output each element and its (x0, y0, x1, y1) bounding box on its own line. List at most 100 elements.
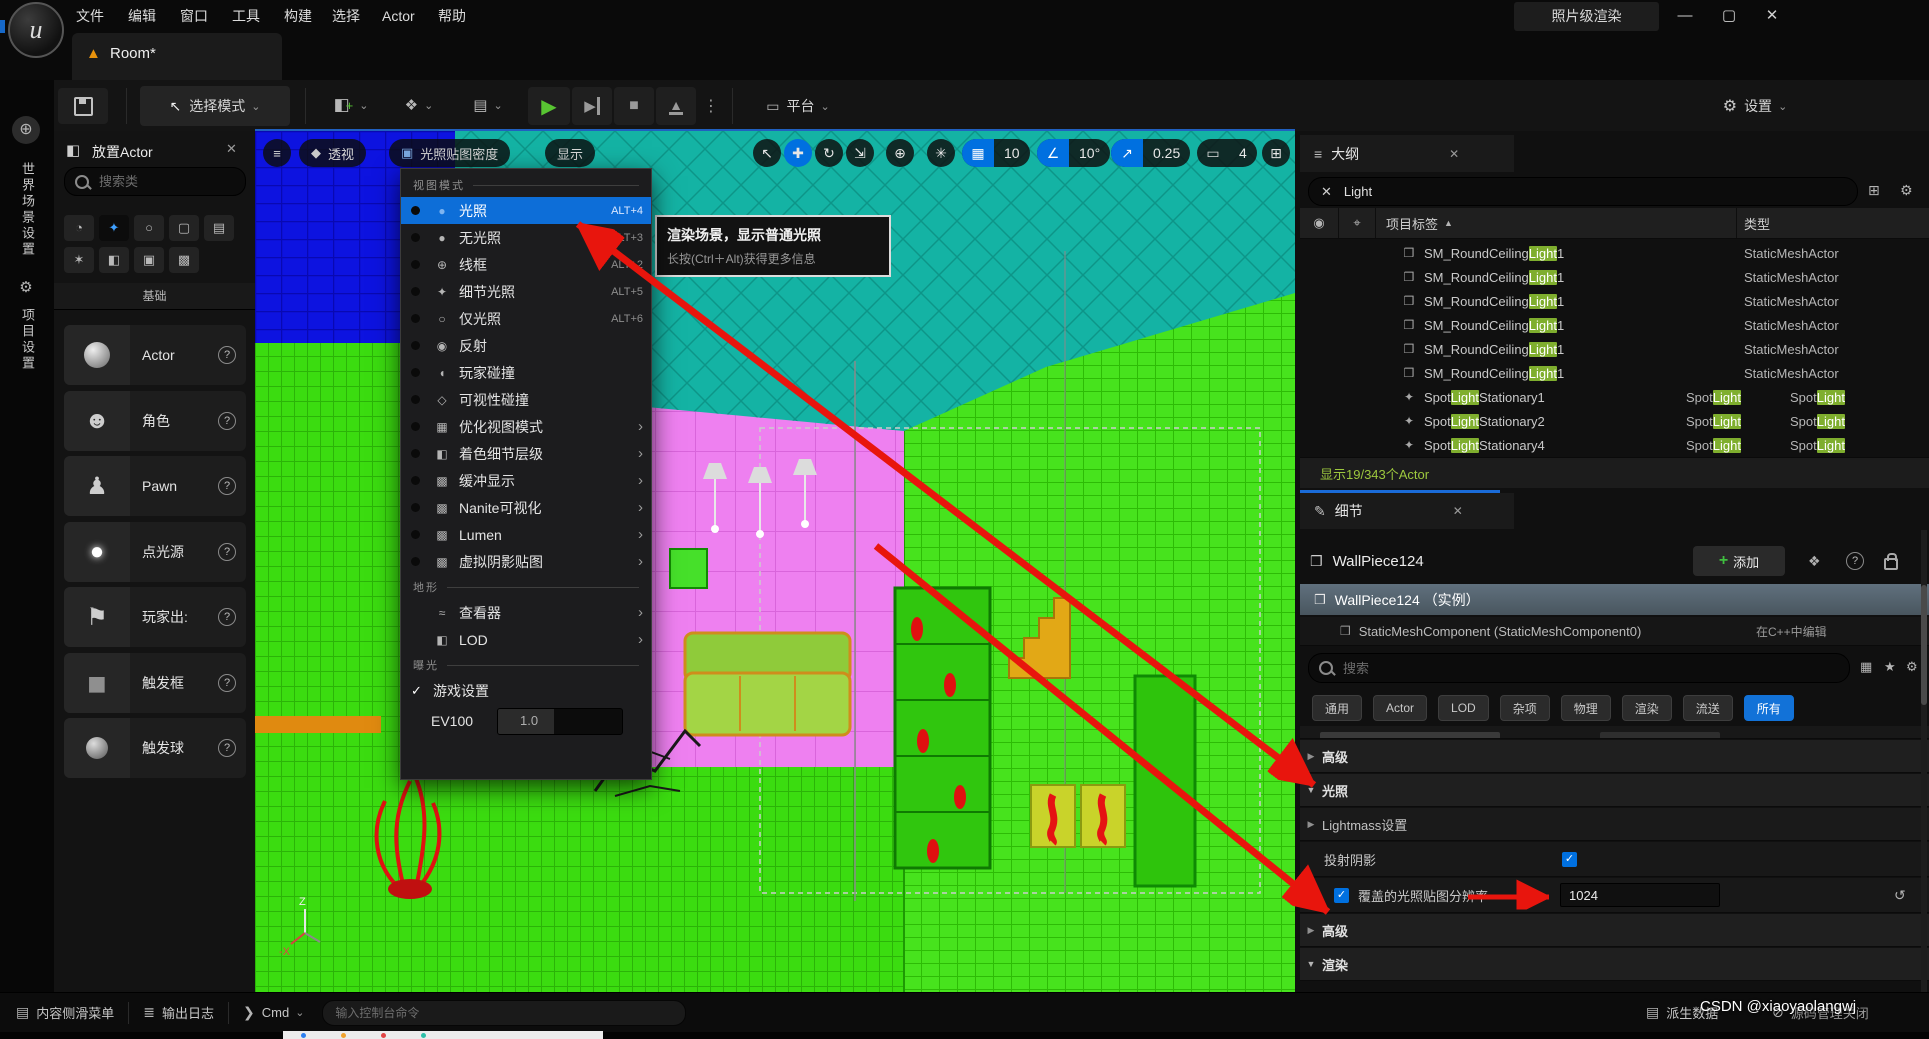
pin-icon[interactable]: ⌖ (1339, 215, 1375, 231)
show-dropdown[interactable]: 显示 (545, 139, 595, 167)
viewport-menu-button[interactable]: ≡ (263, 139, 291, 167)
place-actor-search[interactable] (64, 167, 246, 196)
outliner-settings-icon[interactable]: ⚙ (1900, 182, 1913, 199)
unreal-logo[interactable]: u (8, 2, 64, 58)
menu-window[interactable]: 窗口 (166, 0, 222, 33)
surface-snap-toggle[interactable]: ✳ (927, 139, 955, 167)
reset-to-default-icon[interactable]: ↺ (1894, 887, 1906, 904)
menu-edit[interactable]: 编辑 (114, 0, 170, 33)
place-item-trigger-box[interactable]: ◼ 触发框 ? (64, 653, 246, 713)
add-actor-dropdown[interactable]: ◧ + ⌄ (322, 88, 380, 122)
menu-item-wireframe[interactable]: ⊕ 线框ALT+2 (401, 251, 651, 278)
cinematics-dropdown[interactable]: ▤ ⌄ (458, 88, 518, 122)
menu-file[interactable]: 文件 (62, 0, 118, 33)
photo-render-button[interactable]: 照片级渲染 (1514, 2, 1659, 31)
details-search-input[interactable] (1341, 660, 1723, 677)
outliner-row[interactable]: ✦ SpotLightStationary1 SpotLight SpotLig… (1300, 385, 1929, 409)
play-button[interactable]: ▶ (528, 87, 570, 125)
category-all-classes[interactable]: ▩ (169, 247, 199, 273)
category-volumes[interactable]: ▣ (134, 247, 164, 273)
project-settings-icon[interactable]: ⚙ (14, 276, 38, 300)
eye-icon[interactable]: ◉ (1300, 215, 1338, 231)
skip-button[interactable]: ▶ (572, 87, 612, 125)
display-filter-icon[interactable]: ▦ (1860, 659, 1872, 675)
outliner-row[interactable]: ✦ SpotLightStationary2 SpotLight SpotLig… (1300, 409, 1929, 433)
menu-item-unlit[interactable]: ● 无光照ALT+3 (401, 224, 651, 251)
menu-actor[interactable]: Actor (368, 0, 429, 33)
menu-item-lod[interactable]: ◧ LOD› (401, 626, 651, 653)
filter-tab-streaming[interactable]: 流送 (1683, 695, 1733, 721)
menu-item-reflections[interactable]: ◉ 反射 (401, 332, 651, 359)
outliner-row[interactable]: ❒ SM_RoundCeilingLight1 StaticMeshActor (1300, 289, 1929, 313)
category-basic[interactable]: ○ (134, 215, 164, 241)
edit-in-cpp-label[interactable]: 在C++中编辑 (1756, 623, 1827, 640)
category-recently-placed[interactable]: ◔ (64, 215, 94, 241)
filter-tab-actor[interactable]: Actor (1373, 695, 1427, 721)
details-section-advanced-1[interactable]: ▶高级 (1300, 740, 1929, 773)
world-settings-icon[interactable]: ⊕ (12, 116, 40, 144)
details-search[interactable] (1308, 653, 1850, 683)
menu-item-lit[interactable]: ● 光照ALT+4 (401, 197, 651, 224)
output-log-button[interactable]: ≣ 输出日志 (143, 1003, 214, 1022)
close-icon[interactable]: ✕ (1453, 504, 1463, 518)
help-icon[interactable]: ? (1846, 552, 1864, 570)
menu-help[interactable]: 帮助 (424, 0, 480, 33)
details-component-row[interactable]: ❒ StaticMeshComponent (StaticMeshCompone… (1300, 617, 1929, 646)
close-button[interactable]: ✕ (1755, 2, 1789, 30)
menu-item-game-settings[interactable]: ✓ 游戏设置 (401, 677, 651, 704)
add-component-button[interactable]: + 添加 (1693, 546, 1785, 576)
category-cinematic[interactable]: ▤ (204, 215, 234, 241)
menu-item-nanite[interactable]: ▩ Nanite可视化› (401, 494, 651, 521)
maximize-viewport-button[interactable]: ⊞ (1262, 139, 1290, 167)
outliner-row[interactable]: ✦ SpotLightStationary4 SpotLight SpotLig… (1300, 433, 1929, 457)
clear-search-icon[interactable]: ✕ (1321, 184, 1332, 200)
filter-tab-misc[interactable]: 杂项 (1500, 695, 1550, 721)
category-shapes[interactable]: ▢ (169, 215, 199, 241)
outliner-row[interactable]: ❒ SM_RoundCeilingLight1 StaticMeshActor (1300, 265, 1929, 289)
menu-item-virtual-shadow-map[interactable]: ▩ 虚拟阴影贴图› (401, 548, 651, 575)
rotate-tool[interactable]: ↻ (815, 139, 843, 167)
scale-snap-control[interactable]: ↗ 0.25 (1111, 139, 1190, 167)
close-icon[interactable]: ✕ (1449, 147, 1459, 161)
filter-tab-all[interactable]: 所有 (1744, 695, 1794, 721)
outliner-search[interactable]: ✕ (1308, 177, 1858, 206)
details-section-advanced-2[interactable]: ▶高级 (1300, 914, 1929, 947)
lightmap-res-override-checkbox[interactable]: ✓ (1334, 888, 1349, 903)
menu-item-lumen[interactable]: ▩ Lumen› (401, 521, 651, 548)
place-item-player-start[interactable]: ⚑ 玩家出: ? (64, 587, 246, 647)
move-tool[interactable]: ✚ (784, 139, 812, 167)
menu-item-lighting-only[interactable]: ○ 仅光照ALT+6 (401, 305, 651, 332)
eject-button[interactable]: ▲ (656, 87, 696, 125)
cmd-dropdown[interactable]: ❯ Cmd ⌄ (243, 1004, 304, 1021)
close-icon[interactable]: ✕ (226, 141, 237, 157)
place-item-character[interactable]: ☻ 角色 ? (64, 391, 246, 451)
column-type[interactable]: 类型 (1744, 214, 1770, 233)
details-section-lighting[interactable]: ▼光照 (1300, 774, 1929, 807)
world-settings-tab[interactable]: 世界场景设置 (18, 162, 37, 258)
menu-item-player-collision[interactable]: ◖ 玩家碰撞 (401, 359, 651, 386)
scale-tool[interactable]: ⇲ (846, 139, 874, 167)
place-item-point-light[interactable]: ● 点光源 ? (64, 522, 246, 582)
menu-item-buffer-visualization[interactable]: ▩ 缓冲显示› (401, 467, 651, 494)
place-item-trigger-sphere[interactable]: 触发球 ? (64, 718, 246, 778)
filter-tab-rendering[interactable]: 渲染 (1622, 695, 1672, 721)
perspective-dropdown[interactable]: ◆ 透视 (299, 139, 366, 167)
minimize-button[interactable]: — (1668, 2, 1702, 30)
select-tool[interactable]: ↖ (753, 139, 781, 167)
menu-item-visualizer[interactable]: ≈ 查看器› (401, 599, 651, 626)
menu-select[interactable]: 选择 (318, 0, 374, 33)
grid-snap-control[interactable]: ▦ 10 (962, 139, 1030, 167)
ev100-input[interactable]: 1.0 (497, 708, 623, 735)
stop-button[interactable]: ■ (614, 87, 654, 125)
tab-outliner[interactable]: ≡ 大纲 ✕ (1300, 135, 1514, 172)
details-section-lightmass[interactable]: ▶Lightmass设置 (1300, 808, 1929, 841)
favorites-star-icon[interactable]: ★ (1884, 659, 1896, 675)
outliner-row[interactable]: ❒ SM_RoundCeilingLight1 StaticMeshActor (1300, 337, 1929, 361)
details-scrollbar-thumb[interactable] (1921, 585, 1927, 705)
filter-tab-general[interactable]: 通用 (1312, 695, 1362, 721)
column-item-label[interactable]: 项目标签 (1376, 214, 1438, 233)
select-mode-dropdown[interactable]: ↖ 选择模式 ⌄ (140, 86, 290, 126)
world-space-toggle[interactable]: ⊕ (886, 139, 914, 167)
maximize-button[interactable]: ▢ (1712, 2, 1746, 30)
camera-speed-control[interactable]: ▭ 4 (1197, 139, 1257, 167)
